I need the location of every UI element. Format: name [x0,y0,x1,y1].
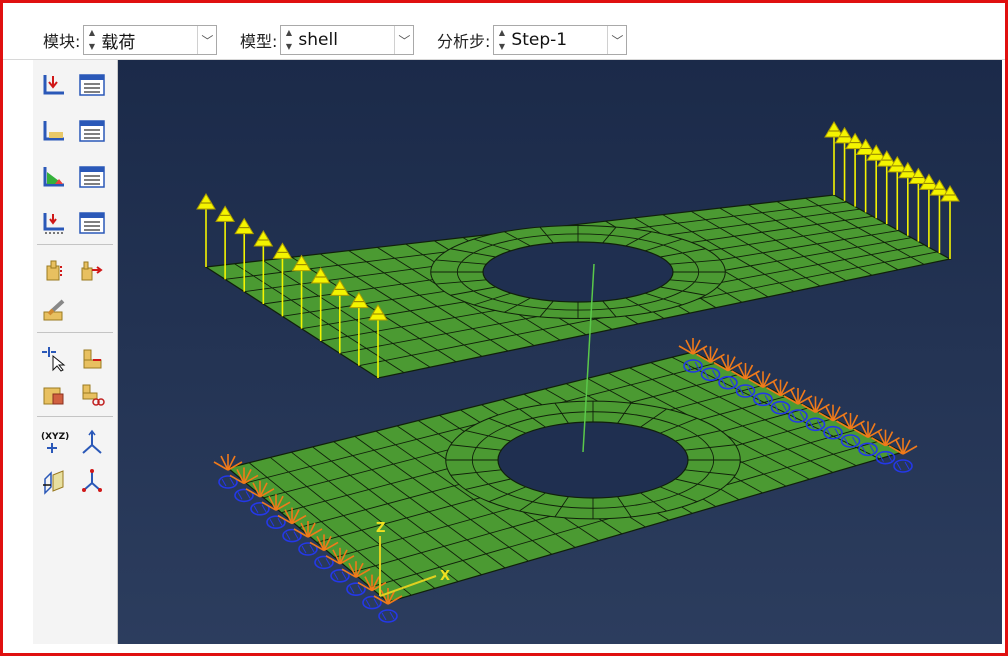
datum-csys-icon[interactable] [77,466,107,496]
spin-up-icon[interactable]: ▲ [499,27,505,39]
upper-plate-hole [482,241,674,303]
feature-tool-icon[interactable] [39,380,69,410]
step-spinner[interactable]: ▲ ▼ [496,27,507,53]
special-setting-icon[interactable] [39,256,69,286]
chevron-down-icon[interactable]: ﹀ [607,26,626,54]
create-csys-icon[interactable]: (XYZ) [39,428,69,458]
model-label: 模型: [240,32,278,51]
model-selector-group: 模型: ▲ ▼ shell ﹀ [240,24,415,56]
model-spinner[interactable]: ▲ ▼ [283,27,294,53]
step-selector-group: 分析步: ▲ ▼ Step-1 ﹀ [437,24,628,56]
left-panel-edge [3,60,33,644]
module-combo[interactable]: ▲ ▼ 载荷 ﹀ [83,25,218,55]
special-setting-manager-icon[interactable] [77,256,107,286]
module-spinner[interactable]: ▲ ▼ [86,27,97,53]
create-predefined-field-icon[interactable] [39,162,69,192]
palette-separator [37,332,113,333]
lower-plate-hole [497,421,689,499]
spin-down-icon[interactable]: ▼ [286,41,292,53]
svg-text:(XYZ): (XYZ) [41,432,69,442]
model-value: shell [298,30,338,50]
load-manager-icon[interactable] [77,70,107,100]
field-manager-icon[interactable] [77,162,107,192]
edit-brush-icon[interactable] [39,296,69,326]
context-toolbar: 模块: ▲ ▼ 载荷 ﹀ 模型: ▲ ▼ shell ﹀ 分析步: ▲ ▼ Step-… [3,3,1005,60]
partition-edit-icon[interactable] [77,380,107,410]
step-label: 分析步: [437,32,491,51]
datum-point-cursor-icon[interactable] [39,344,69,374]
spin-down-icon[interactable]: ▼ [499,41,505,53]
step-value: Step-1 [511,30,568,50]
module-value: 载荷 [101,32,136,53]
chevron-down-icon[interactable]: ﹀ [197,26,216,54]
chevron-down-icon[interactable]: ﹀ [394,26,413,54]
module-label: 模块: [43,32,81,51]
load-case-manager-icon[interactable] [77,208,107,238]
spin-up-icon[interactable]: ▲ [89,27,95,39]
model-combo[interactable]: ▲ ▼ shell ﹀ [280,25,415,55]
create-load-icon[interactable] [39,70,69,100]
module-selector-group: 模块: ▲ ▼ 载荷 ﹀ [43,24,218,56]
palette-separator [37,244,113,245]
x-axis-label: X [440,569,450,584]
palette-separator [37,416,113,417]
bc-manager-icon[interactable] [77,116,107,146]
3d-viewport[interactable]: Z X [118,60,1002,644]
partition-tool-icon[interactable] [77,344,107,374]
create-bc-icon[interactable] [39,116,69,146]
z-axis-label: Z [376,521,385,536]
spin-up-icon[interactable]: ▲ [286,27,292,39]
datum-axis-icon[interactable] [77,428,107,458]
datum-plane-icon[interactable] [39,466,69,496]
create-load-case-icon[interactable] [39,208,69,238]
tool-palette: (XYZ) [33,60,118,644]
step-combo[interactable]: ▲ ▼ Step-1 ﹀ [493,25,628,55]
spin-down-icon[interactable]: ▼ [89,41,95,53]
